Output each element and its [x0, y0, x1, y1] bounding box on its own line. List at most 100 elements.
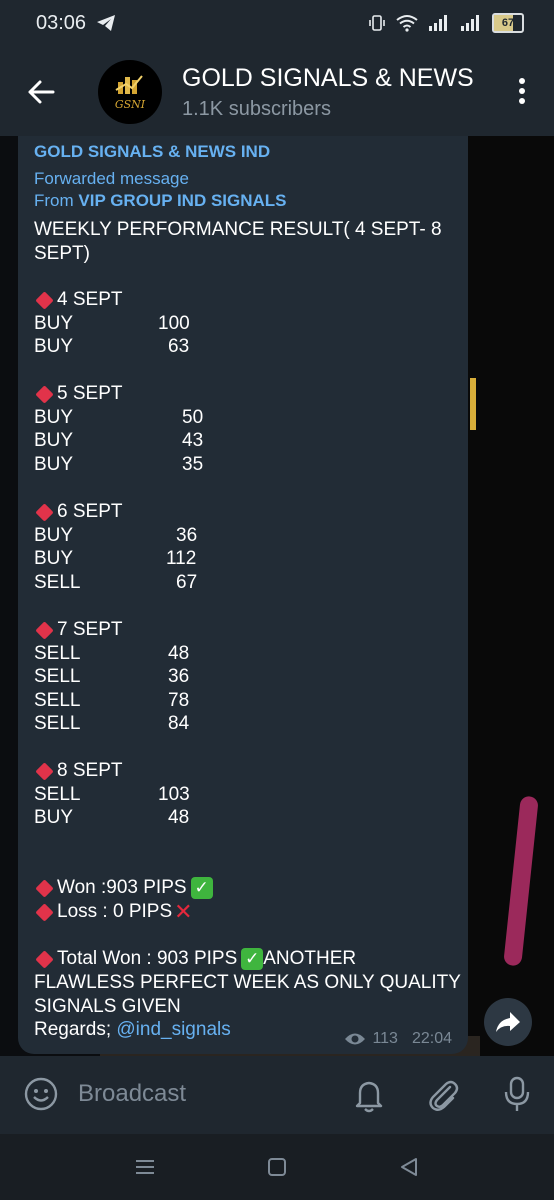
trade-pips: 48: [168, 807, 190, 829]
paperclip-icon[interactable]: [426, 1077, 460, 1113]
trade-side: SELL: [34, 713, 81, 735]
from-prefix: From: [34, 191, 79, 210]
share-button[interactable]: [484, 998, 532, 1046]
trade-pips: 50: [182, 406, 204, 428]
chat-area: GOLD SIGNALS & NEWS IND Forwarded messag…: [0, 136, 554, 1056]
forwarded-header[interactable]: Forwarded message From VIP GROUP IND SIG…: [34, 168, 287, 212]
chat-header: GSNI GOLD SIGNALS & NEWS 1.1K subscriber…: [0, 50, 554, 136]
trade-side: SELL: [34, 783, 81, 805]
wallpaper-background: [470, 378, 476, 430]
view-count: 113: [372, 1030, 398, 1047]
broadcast-input[interactable]: Broadcast: [78, 1080, 186, 1108]
smile-icon[interactable]: [24, 1077, 58, 1111]
trade-side: BUY: [34, 336, 74, 358]
total-text: Total Won : 903 PIPS: [57, 948, 238, 969]
trade-pips: 35: [182, 453, 204, 475]
trade-pips: 36: [168, 666, 190, 688]
day-heading: 5 SEPT: [34, 383, 122, 405]
trade-pips: 48: [168, 642, 190, 664]
red-diamond-icon: [35, 620, 54, 640]
signal-icon: [461, 15, 479, 31]
red-diamond-icon: [35, 949, 54, 969]
red-diamond-icon: [35, 502, 54, 522]
trade-side: BUY: [34, 807, 74, 829]
won-line: Won :903 PIPS ✓: [34, 877, 213, 899]
share-icon: [496, 1012, 520, 1032]
trade-pips: 67: [176, 571, 198, 593]
red-diamond-icon: [35, 878, 54, 898]
trade-pips: 63: [168, 336, 190, 358]
trade-pips: 36: [176, 524, 198, 546]
forwarded-label: Forwarded message: [34, 169, 189, 188]
trade-side: BUY: [34, 430, 74, 452]
message-heading: WEEKLY PERFORMANCE RESULT( 4 SEPT- 8 SEP…: [34, 218, 442, 265]
day-heading: 7 SEPT: [34, 619, 122, 641]
more-icon[interactable]: [518, 78, 526, 108]
status-bar: 03:06 67: [0, 0, 554, 50]
trade-pips: 78: [168, 689, 190, 711]
total-suffix: ANOTHER: [263, 948, 357, 969]
trade-side: BUY: [34, 524, 74, 546]
avatar[interactable]: GSNI: [98, 60, 162, 124]
vibrate-icon: [369, 15, 385, 31]
red-diamond-icon: [35, 902, 54, 922]
subscriber-count: 1.1K subscribers: [182, 98, 331, 120]
wifi-icon: [396, 15, 418, 32]
nav-back-icon[interactable]: [398, 1156, 420, 1178]
avatar-label: GSNI: [114, 98, 146, 111]
battery-icon: 67: [492, 13, 524, 33]
trade-side: SELL: [34, 666, 81, 688]
nav-menu-icon[interactable]: [134, 1156, 156, 1178]
trade-pips: 112: [166, 548, 197, 570]
telegram-icon: [97, 15, 115, 31]
mention-link[interactable]: @ind_signals: [116, 1019, 230, 1040]
check-mark-icon: ✓: [241, 948, 264, 970]
signal-icon: [429, 15, 447, 31]
trade-pips: 43: [182, 430, 204, 452]
gold-bars-logo-icon: [115, 75, 143, 94]
day-heading: 6 SEPT: [34, 501, 122, 523]
text-line: SIGNALS GIVEN: [34, 995, 181, 1017]
message-meta: 113 22:04: [344, 1030, 452, 1048]
day-label: 6 SEPT: [57, 501, 123, 522]
mic-icon[interactable]: [502, 1076, 532, 1114]
channel-name[interactable]: GOLD SIGNALS & NEWS IND: [34, 142, 270, 162]
loss-line: Loss : 0 PIPS ✕: [34, 901, 193, 923]
trade-pips: 84: [168, 713, 190, 735]
message-time: 22:04: [411, 1030, 452, 1047]
eye-icon: [345, 1033, 366, 1045]
trade-side: SELL: [34, 571, 81, 593]
clock: 03:06: [36, 12, 87, 34]
day-label: 8 SEPT: [57, 760, 123, 781]
red-diamond-icon: [35, 761, 54, 781]
message-bubble[interactable]: GOLD SIGNALS & NEWS IND Forwarded messag…: [18, 136, 468, 1054]
trade-side: SELL: [34, 689, 81, 711]
heading-line: SEPT): [34, 242, 90, 264]
red-diamond-icon: [35, 290, 54, 310]
heading-line: WEEKLY PERFORMANCE RESULT( 4 SEPT- 8: [34, 219, 442, 240]
day-label: 5 SEPT: [57, 383, 123, 404]
nav-home-icon[interactable]: [266, 1156, 288, 1178]
check-mark-icon: ✓: [190, 877, 213, 899]
chat-title[interactable]: GOLD SIGNALS & NEWS: [182, 64, 482, 93]
back-arrow-icon[interactable]: [26, 77, 56, 107]
trade-pips: 103: [158, 783, 190, 805]
day-heading: 8 SEPT: [34, 760, 122, 782]
trade-side: SELL: [34, 642, 81, 664]
text-line: FLAWLESS PERFECT WEEK AS ONLY QUALITY: [34, 972, 461, 993]
trade-side: BUY: [34, 453, 74, 475]
regards-text: Regards;: [34, 1019, 117, 1041]
bell-icon[interactable]: [352, 1077, 386, 1113]
loss-text: Loss : 0 PIPS: [57, 901, 173, 922]
cross-mark-icon: ✕: [174, 899, 193, 924]
won-text: Won :903 PIPS: [57, 877, 187, 898]
day-label: 4 SEPT: [57, 289, 123, 310]
trade-side: BUY: [34, 406, 74, 428]
day-label: 7 SEPT: [57, 619, 123, 640]
broadcast-bar: Broadcast: [0, 1056, 554, 1134]
trade-side: BUY: [34, 312, 74, 334]
trade-pips: 100: [158, 312, 190, 334]
forward-source[interactable]: VIP GROUP IND SIGNALS: [78, 191, 286, 210]
system-nav-bar: [0, 1134, 554, 1200]
red-diamond-icon: [35, 384, 54, 404]
